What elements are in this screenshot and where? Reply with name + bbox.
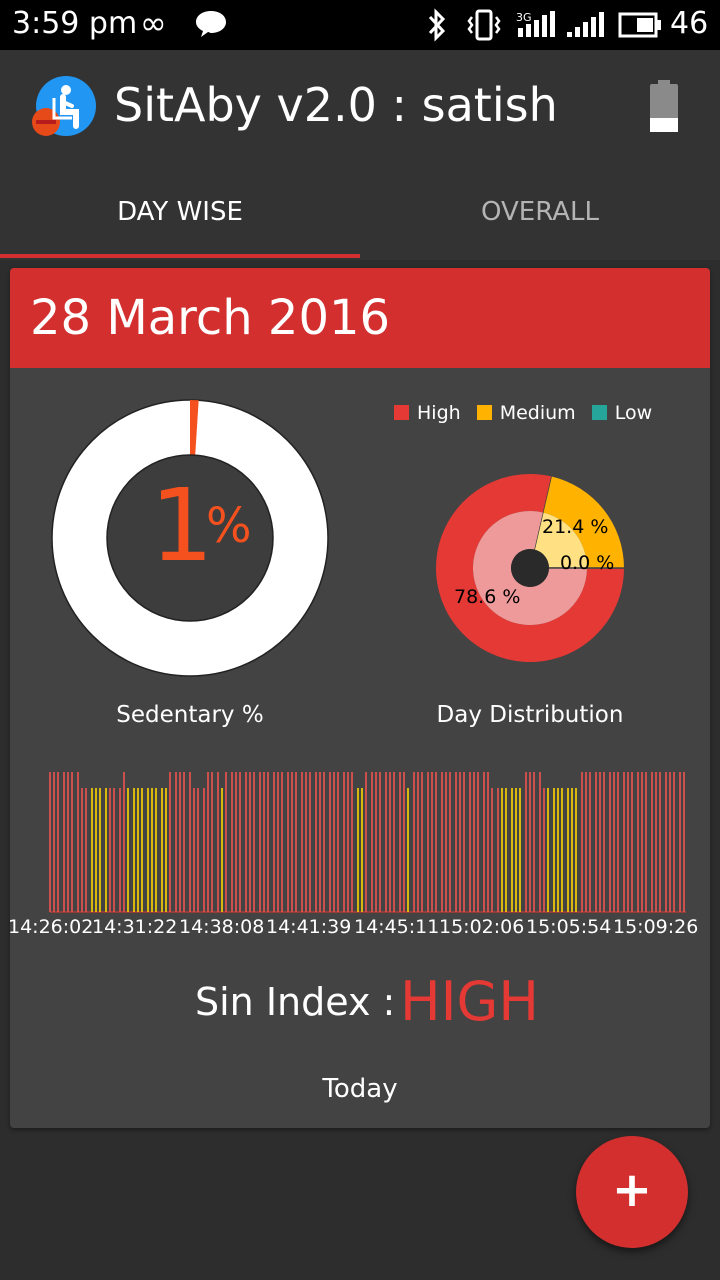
legend-label-low: Low (614, 402, 653, 424)
app-bar: SitAby v2.0 : satish DAY WISE OVERALL (0, 50, 720, 260)
sedentary-label: Sedentary % (116, 702, 264, 728)
timeline-tick-label: 14:41:39 (266, 916, 352, 938)
sin-index-label: Sin Index : (195, 980, 396, 1024)
app-title: SitAby v2.0 : satish (114, 78, 558, 132)
battery-low-icon (650, 80, 678, 132)
battery-percent: 46 (670, 6, 709, 41)
legend-label-medium: Medium (499, 402, 576, 424)
vibrate-icon (467, 9, 501, 41)
date-header: 28 March 2016 (10, 268, 710, 368)
pie-label-medium: 21.4 % (542, 516, 609, 538)
tab-overall[interactable]: OVERALL (360, 180, 720, 260)
pie-label-high: 78.6 % (454, 586, 521, 608)
bluetooth-icon (428, 8, 446, 42)
distribution-caption: Day Distribution (436, 702, 624, 728)
signal-3g-text: 3G (516, 11, 532, 24)
sitting-person-icon (32, 76, 96, 136)
plus-icon: + (611, 1162, 653, 1218)
pie-label-low: 0.0 % (560, 552, 615, 574)
timeline-tick-label: 14:45:11 (354, 916, 440, 938)
timeline-tick-label: 14:31:22 (92, 916, 178, 938)
timeline-axis-labels: 14:26:02 14:31:22 14:38:08 14:41:39 14:4… (10, 916, 710, 942)
battery-status-icon (618, 12, 661, 38)
status-time: 3:59 pm (12, 6, 138, 41)
distribution-legend: High Medium Low (394, 402, 662, 426)
activity-timeline-chart (49, 772, 686, 913)
legend-label-high: High (417, 402, 461, 424)
legend-item-low: Low (591, 402, 653, 424)
sedentary-percent-unit: % (206, 498, 252, 554)
tab-bar: DAY WISE OVERALL (0, 180, 720, 260)
date-title: 28 March 2016 (30, 290, 391, 346)
timeline-tick-label: 15:02:06 (439, 916, 525, 938)
day-card: 28 March 2016 1 % Sedentary % High Mediu… (10, 268, 710, 1128)
legend-swatch-medium (476, 405, 492, 420)
chat-icon (196, 11, 226, 37)
pie-center-hole (511, 549, 549, 587)
legend-item-medium: Medium (476, 402, 576, 424)
period-label: Today (322, 1074, 398, 1104)
tab-indicator (0, 254, 360, 258)
legend-item-high: High (394, 402, 461, 424)
signal-3g-icon: 3G (516, 11, 555, 37)
timeline-tick-label: 14:26:02 (10, 916, 94, 938)
add-button[interactable]: + (576, 1136, 688, 1248)
timeline-tick-label: 14:38:08 (179, 916, 265, 938)
sin-index-row: Sin Index : HIGH (10, 968, 710, 1038)
legend-swatch-high (394, 405, 409, 420)
infinity-icon: ∞ (140, 4, 167, 42)
sedentary-percent-value: 1 (150, 467, 214, 584)
legend-swatch-low (591, 405, 607, 420)
timeline-tick-label: 15:09:26 (613, 916, 699, 938)
timeline-tick-label: 15:05:54 (526, 916, 612, 938)
sin-index-value: HIGH (400, 970, 539, 1033)
status-bar: 3:59 pm ∞ 3G 46 (0, 0, 720, 50)
tab-day-wise[interactable]: DAY WISE (0, 180, 360, 260)
signal-icon (567, 12, 604, 37)
